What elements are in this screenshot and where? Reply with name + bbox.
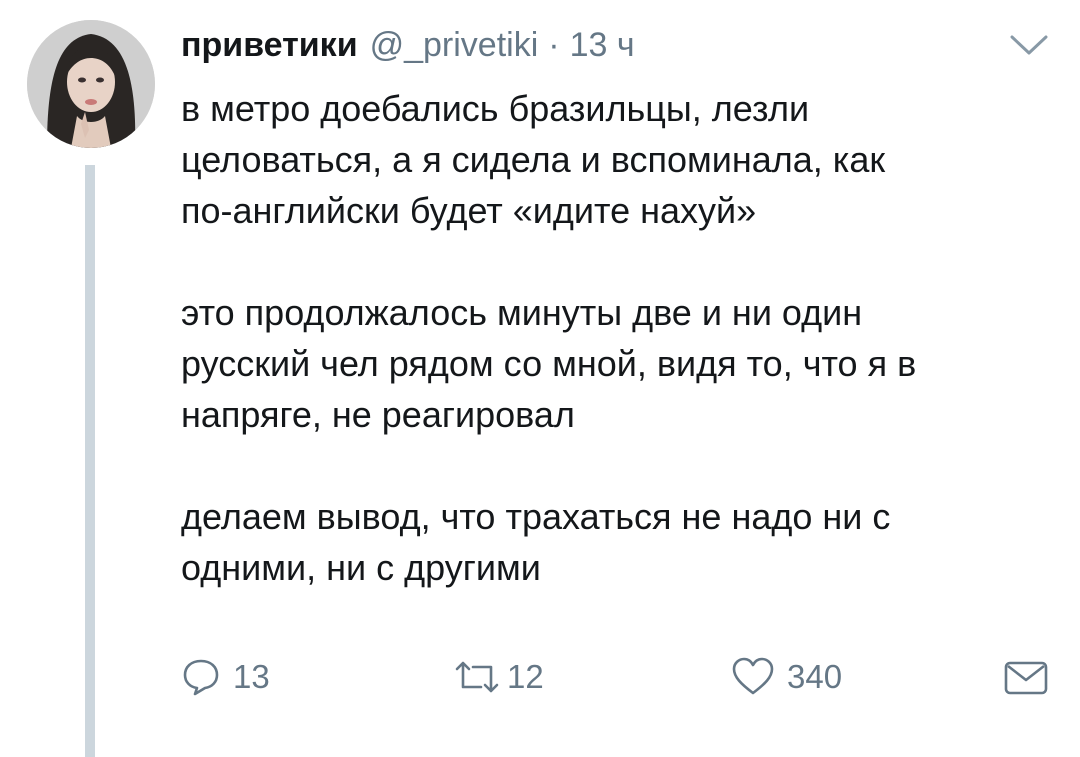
retweet-icon <box>455 661 499 693</box>
retweet-button[interactable]: 12 <box>453 652 544 702</box>
header-separator: · <box>548 25 560 64</box>
tweet-menu-button[interactable] <box>1008 32 1050 58</box>
tweet-text: в метро доебались бразильцы, лезли целов… <box>181 83 1061 593</box>
tweet-header: приветики @_privetiki · 13 ч <box>181 22 635 68</box>
reply-button[interactable]: 13 <box>181 652 270 702</box>
like-button[interactable]: 340 <box>731 652 842 702</box>
user-handle[interactable]: @_privetiki <box>370 26 539 65</box>
tweet-actions: 13 12 340 <box>181 652 1061 702</box>
timestamp[interactable]: 13 ч <box>570 26 635 65</box>
reply-icon <box>183 659 219 696</box>
direct-message-button[interactable] <box>1003 652 1049 702</box>
thread-line <box>85 165 95 757</box>
envelope-icon <box>1004 661 1048 695</box>
like-count: 340 <box>787 658 843 695</box>
chevron-down-icon <box>1010 35 1048 55</box>
tweet-paragraph: это продолжалось минуты две и ни один ру… <box>181 292 917 435</box>
reply-count: 13 <box>233 658 270 695</box>
tweet: приветики @_privetiki · 13 ч в метро дое… <box>0 0 1080 757</box>
profile-photo-icon <box>27 20 155 148</box>
avatar[interactable] <box>27 20 155 148</box>
tweet-paragraph: в метро доебались бразильцы, лезли целов… <box>181 88 886 231</box>
heart-icon <box>732 657 774 695</box>
tweet-paragraph: делаем вывод, что трахаться не надо ни с… <box>181 496 891 588</box>
display-name[interactable]: приветики <box>181 26 358 65</box>
retweet-count: 12 <box>507 658 544 695</box>
